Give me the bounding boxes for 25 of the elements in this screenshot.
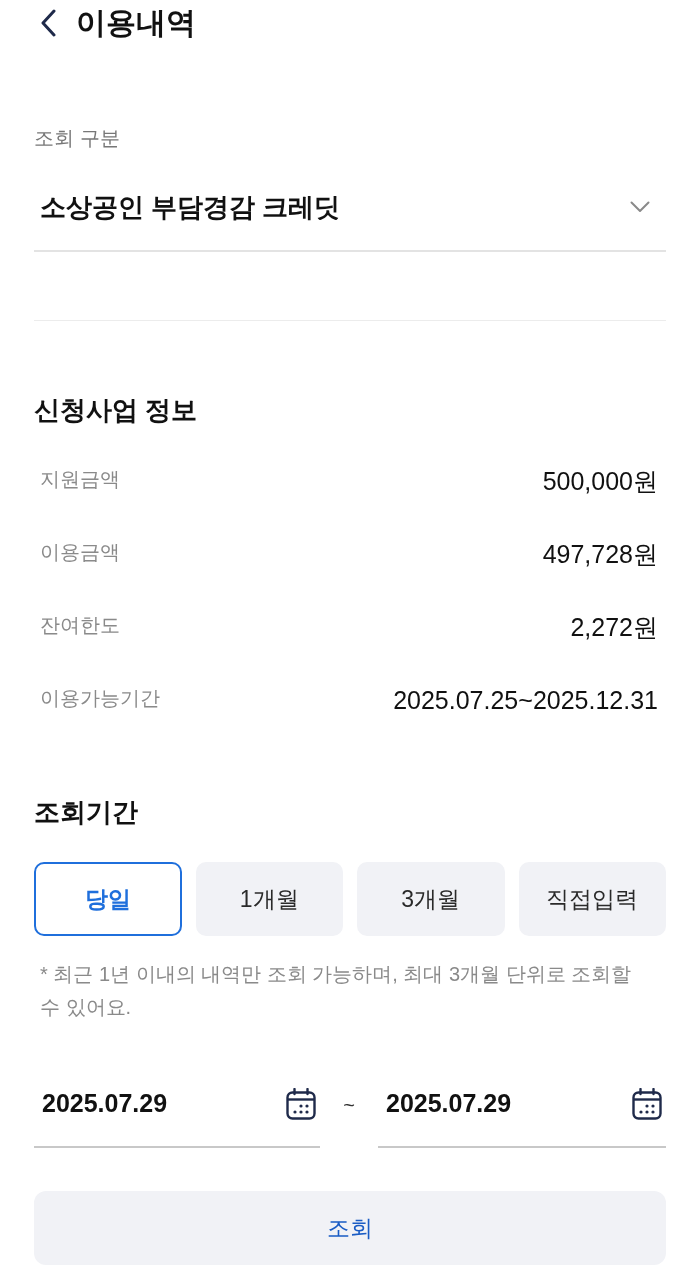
info-value: 500,000원 [542,465,658,497]
info-value: 497,728원 [542,538,658,570]
dropdown-field[interactable]: 소상공인 부담경감 크레딧 [34,174,666,252]
field-label: 조회 구분 [34,126,120,151]
range-separator: ~ [342,1093,356,1118]
period-tab[interactable]: 당일 [34,862,182,936]
info-label: 잔여한도 [40,612,120,638]
period-tab[interactable]: 1개월 [195,862,343,936]
section-title: 신청사업 정보 [34,394,198,427]
info-label: 지원금액 [40,466,120,492]
info-value: 2,272원 [570,611,658,643]
page-title: 이용내역 [76,8,196,38]
info-value: 2025.07.25~2025.12.31 [393,684,658,716]
date-field[interactable]: 2025.07.29 [34,1074,320,1148]
period-tab[interactable]: 직접입력 [518,862,666,936]
calendar-icon[interactable] [632,1088,662,1120]
period-tab[interactable]: 3개월 [357,862,505,936]
chevron-down-icon [630,201,650,213]
notice-text: * 최근 1년 이내의 내역만 조회 가능하며, 최대 3개월 단위로 조회할 수 있어요. [39,962,633,1020]
date-field[interactable]: 2025.07.29 [378,1074,666,1148]
search-button[interactable]: 조회 [34,1191,666,1265]
section-title: 조회기간 [34,796,138,829]
calendar-icon[interactable] [286,1088,316,1120]
info-label: 이용가능기간 [40,685,160,711]
info-label: 이용금액 [40,539,120,565]
